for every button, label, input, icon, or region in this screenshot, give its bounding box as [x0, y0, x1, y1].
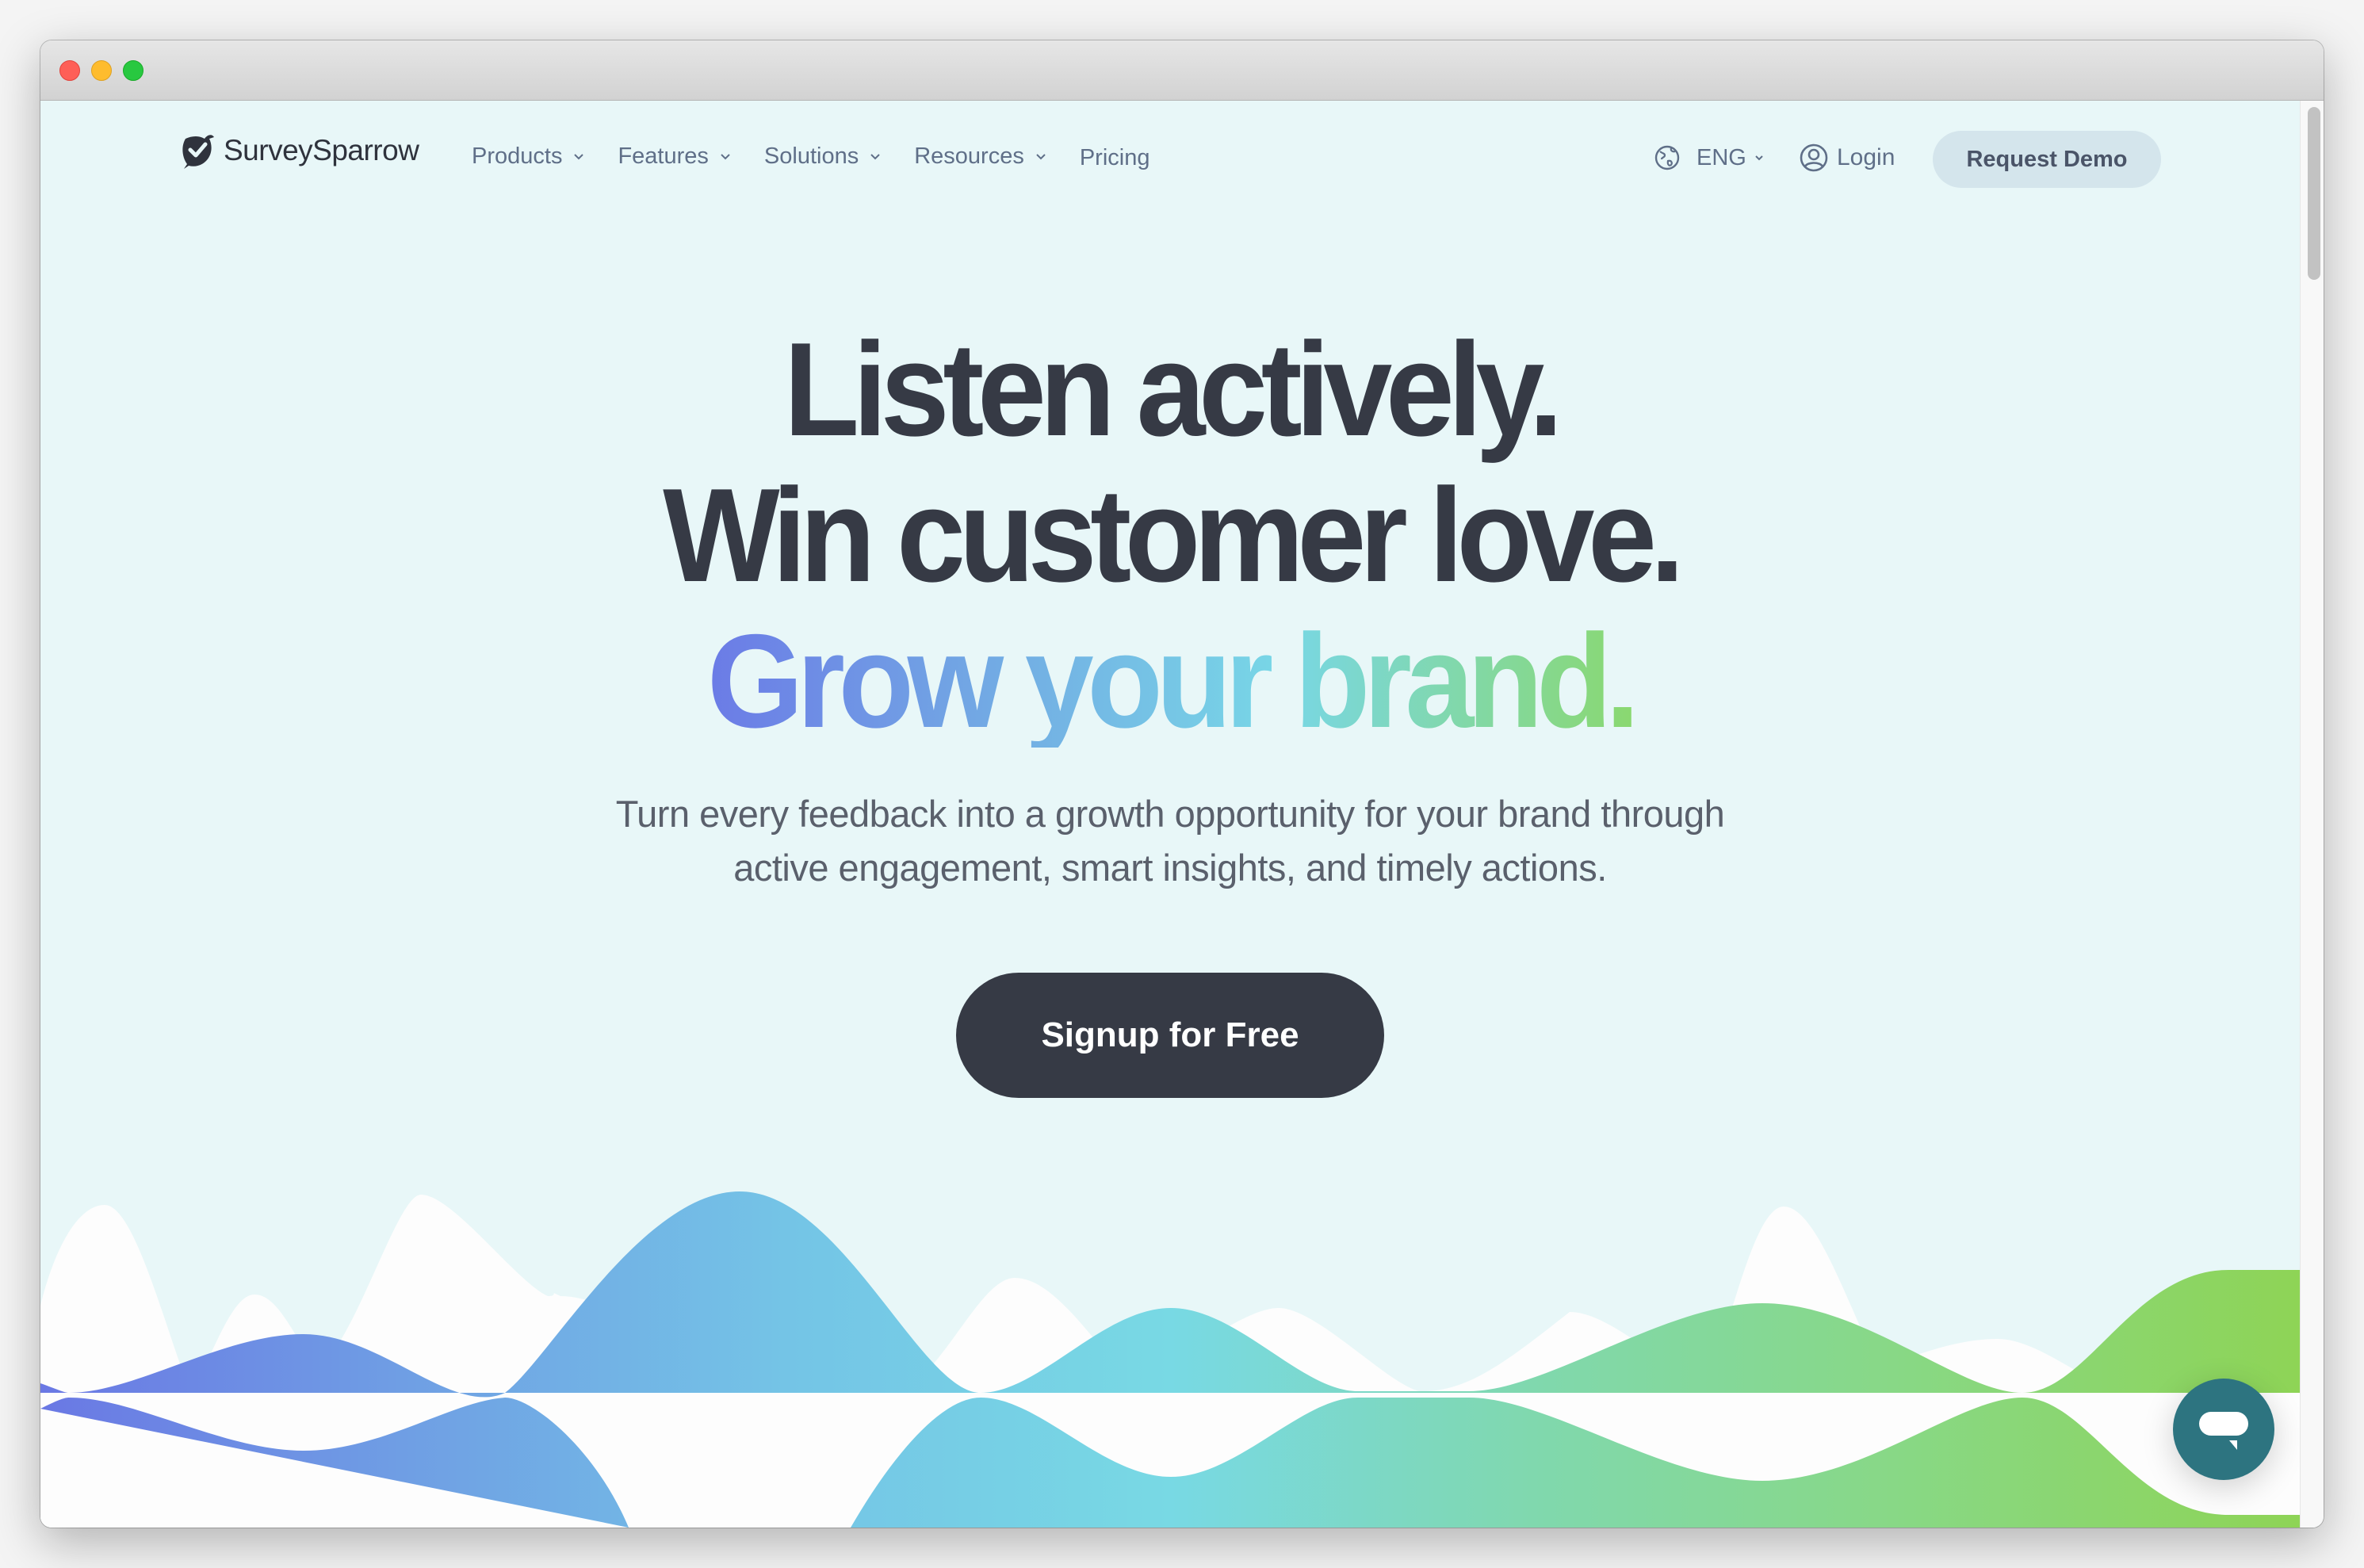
title-bar — [40, 40, 2324, 101]
hero-headline-line-2: Win customer love. — [40, 468, 2300, 602]
chevron-down-icon — [574, 154, 584, 160]
chat-bubble-icon — [2199, 1412, 2248, 1450]
close-window-button[interactable] — [59, 60, 80, 81]
nav-label: Pricing — [1079, 144, 1150, 170]
signup-for-free-button[interactable]: Signup for Free — [956, 973, 1384, 1098]
nav-pricing[interactable]: Pricing — [1080, 145, 1150, 171]
hero-subtitle: Turn every feedback into a growth opport… — [40, 787, 2300, 895]
nav-resources[interactable]: Resources — [914, 143, 1046, 170]
nav-features[interactable]: Features — [618, 143, 730, 170]
minimize-window-button[interactable] — [91, 60, 112, 81]
chevron-down-icon — [870, 154, 880, 160]
chevron-down-icon — [1755, 155, 1763, 161]
chevron-down-icon — [721, 154, 730, 160]
chat-widget-button[interactable] — [2173, 1379, 2274, 1480]
hero-headline-line-1: Listen actively. — [40, 323, 2300, 456]
language-label: ENG — [1696, 144, 1746, 170]
logo[interactable]: SurveySparrow — [181, 131, 419, 170]
login-link[interactable]: Login — [1799, 140, 1895, 175]
subtitle-line-2: active engagement, smart insights, and t… — [733, 847, 1607, 889]
scrollbar[interactable] — [2300, 101, 2324, 1528]
language-selector[interactable]: ENG — [1654, 140, 1764, 175]
hero-headline-text: Win customer love. — [662, 461, 1685, 610]
nav-products[interactable]: Products — [472, 143, 584, 170]
zoom-window-button[interactable] — [123, 60, 143, 81]
nav-label: Solutions — [763, 143, 859, 169]
logo-text: SurveySparrow — [224, 134, 419, 166]
hero-headline-gradient-text: Grow your brand. — [706, 606, 1640, 755]
nav-label: Products — [472, 143, 563, 169]
nav-label: Resources — [914, 143, 1024, 169]
sparrow-check-icon — [182, 135, 214, 169]
scrollbar-thumb[interactable] — [2308, 107, 2320, 280]
user-circle-icon — [1800, 143, 1828, 172]
page-viewport: SurveySparrow Products Features Solution… — [40, 101, 2300, 1528]
nav-label: Features — [618, 143, 709, 169]
chevron-down-icon — [1036, 154, 1046, 160]
browser-window: SurveySparrow Products Features Solution… — [40, 40, 2324, 1528]
request-demo-button[interactable]: Request Demo — [1933, 131, 2161, 188]
hero-headline-line-3: Grow your brand. — [40, 614, 2300, 748]
globe-icon — [1654, 145, 1680, 170]
main-nav: Products Features Solutions Resources Pr… — [472, 139, 1184, 174]
hero-headline-text: Listen actively. — [783, 315, 1563, 464]
login-label: Login — [1837, 144, 1895, 170]
nav-solutions[interactable]: Solutions — [764, 143, 881, 170]
subtitle-line-1: Turn every feedback into a growth opport… — [615, 793, 1725, 835]
